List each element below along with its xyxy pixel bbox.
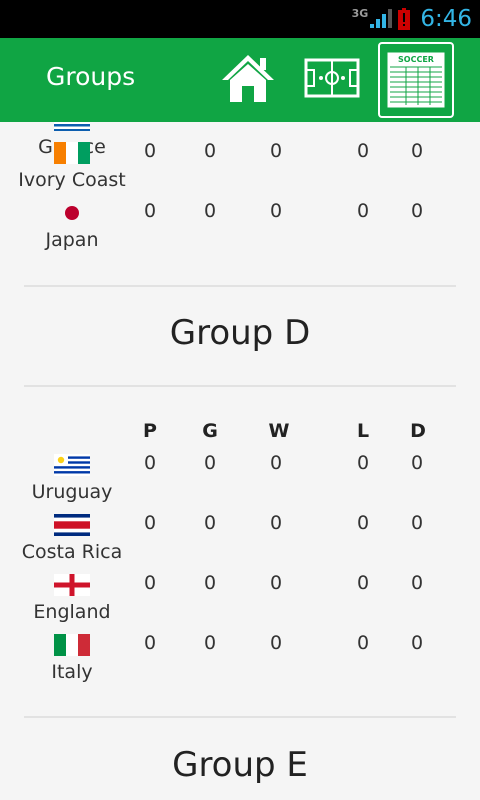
page-title: Groups [46, 62, 136, 91]
italy-flag-icon [54, 634, 90, 656]
divider [24, 285, 456, 287]
groups-list[interactable]: Greece Ivory Coast 0 0 0 0 0 [0, 122, 480, 800]
soccer-label: SOCCER [398, 55, 434, 64]
home-button[interactable] [218, 42, 278, 114]
table-row: Japan 0 0 0 0 0 [0, 182, 480, 251]
group-title: Group D [169, 313, 311, 353]
table-row: Ivory Coast 0 0 0 0 0 [0, 122, 480, 191]
stat-played: 0 [143, 512, 157, 534]
app-bar: Groups SOCCER [0, 38, 480, 122]
team-name: Japan [45, 229, 99, 251]
battery-alert-icon [398, 8, 411, 30]
stat-wins: 0 [269, 632, 283, 654]
table-row: Italy 0 0 0 0 0 [0, 614, 480, 683]
stat-losses: 0 [356, 200, 370, 222]
stat-losses: 0 [356, 632, 370, 654]
team-name: Italy [51, 661, 93, 683]
stat-draws: 0 [410, 572, 424, 594]
stat-goals: 0 [203, 140, 217, 162]
ivory-coast-flag-icon [54, 142, 90, 164]
status-bar: 3G 6:46 [0, 0, 480, 38]
stat-draws: 0 [410, 512, 424, 534]
stat-played: 0 [143, 140, 157, 162]
uruguay-flag-icon [54, 454, 90, 476]
network-type: 3G [351, 6, 369, 20]
stat-draws: 0 [410, 632, 424, 654]
stat-wins: 0 [269, 140, 283, 162]
stat-goals: 0 [203, 452, 217, 474]
stat-goals: 0 [203, 572, 217, 594]
signal-icon [370, 9, 393, 28]
stat-goals: 0 [203, 632, 217, 654]
stat-wins: 0 [269, 572, 283, 594]
stat-draws: 0 [410, 452, 424, 474]
table-row: England 0 0 0 0 0 [0, 554, 480, 623]
japan-flag-icon [54, 202, 90, 224]
england-flag-icon [54, 574, 90, 596]
field-button[interactable] [300, 42, 364, 114]
stat-losses: 0 [356, 572, 370, 594]
stat-played: 0 [143, 632, 157, 654]
costa-rica-flag-icon [54, 514, 90, 536]
stat-played: 0 [143, 572, 157, 594]
stat-draws: 0 [410, 140, 424, 162]
stat-played: 0 [143, 452, 157, 474]
table-row: Costa Rica 0 0 0 0 0 [0, 494, 480, 563]
stat-losses: 0 [356, 512, 370, 534]
soccer-field-icon [304, 58, 360, 98]
stat-wins: 0 [269, 200, 283, 222]
home-icon [222, 55, 274, 102]
stat-losses: 0 [356, 140, 370, 162]
stat-goals: 0 [203, 200, 217, 222]
stat-wins: 0 [269, 452, 283, 474]
soccer-table-icon: SOCCER [387, 52, 445, 108]
divider [24, 385, 456, 387]
stat-wins: 0 [269, 512, 283, 534]
clock: 6:46 [420, 6, 472, 32]
stat-goals: 0 [203, 512, 217, 534]
stat-draws: 0 [410, 200, 424, 222]
group-title: Group E [172, 745, 308, 785]
stat-losses: 0 [356, 452, 370, 474]
stat-played: 0 [143, 200, 157, 222]
groups-table-button[interactable]: SOCCER [378, 42, 454, 118]
table-row: Uruguay 0 0 0 0 0 [0, 434, 480, 503]
divider [24, 716, 456, 718]
